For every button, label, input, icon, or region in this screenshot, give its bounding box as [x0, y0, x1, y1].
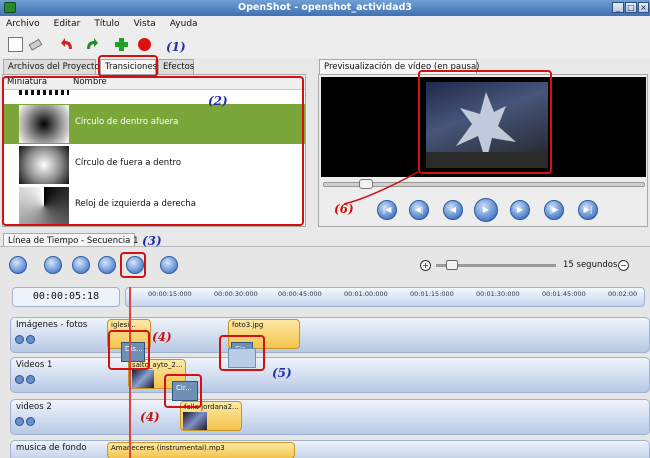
- annotation-label: (3): [142, 234, 162, 248]
- track-videos-1[interactable]: Videos 1: [10, 357, 650, 393]
- menu-archivo[interactable]: Archivo: [6, 19, 40, 29]
- ruler-tick-label: 00:01:00:000: [344, 290, 388, 298]
- pointer-tool-icon[interactable]: [44, 256, 62, 274]
- annotation-arrow: [343, 171, 419, 205]
- razor-tool-icon[interactable]: [72, 256, 90, 274]
- track-name: videos 2: [16, 402, 52, 412]
- ruler-tick-label: 00:00:30:000: [214, 290, 258, 298]
- clip-music[interactable]: Amaneceres (instrumental).mp3: [107, 442, 295, 458]
- annotation-label: (5): [272, 366, 292, 380]
- timeline-area: + 15 segundos − 00:00:05:18 00:00:15:000…: [0, 246, 650, 458]
- undo-icon[interactable]: [60, 37, 75, 52]
- tab-efectos[interactable]: Efectos: [158, 59, 194, 74]
- minimize-button[interactable]: _: [612, 2, 624, 13]
- eraser-icon[interactable]: [28, 37, 43, 52]
- maximize-button[interactable]: □: [625, 2, 637, 13]
- annotation-box: [98, 55, 158, 77]
- add-files-icon[interactable]: [114, 37, 129, 52]
- track-name: Imágenes - fotos: [16, 320, 88, 330]
- play-icon[interactable]: ▶: [474, 198, 498, 222]
- clip-thumbnail: [183, 412, 207, 430]
- close-button[interactable]: ×: [638, 2, 649, 13]
- track-imagenes[interactable]: Imágenes - fotos: [10, 317, 650, 353]
- step-forward-icon[interactable]: |▶: [544, 200, 564, 220]
- resize-tool-icon[interactable]: [98, 256, 116, 274]
- menu-titulo[interactable]: Título: [94, 19, 119, 29]
- zoom-in-icon[interactable]: +: [420, 260, 431, 271]
- record-icon[interactable]: [137, 37, 152, 52]
- annotation-box: [108, 330, 150, 370]
- annotation-box: [2, 76, 304, 226]
- toolbar: [0, 31, 650, 58]
- ruler-tick-label: 00:01:15:000: [410, 290, 454, 298]
- menu-editar[interactable]: Editar: [54, 19, 81, 29]
- tab-archivos-del-proyecto[interactable]: Archivos del Proyecto: [3, 59, 100, 74]
- track-controls[interactable]: [15, 417, 37, 429]
- track-name: musica de fondo: [16, 443, 87, 453]
- jump-end-icon[interactable]: ▶|: [578, 200, 598, 220]
- ruler-tick-label: 00:01:30:000: [476, 290, 520, 298]
- track-controls[interactable]: [15, 335, 37, 347]
- track-name: Videos 1: [16, 360, 53, 370]
- ruler-tick-label: 00:00:45:000: [278, 290, 322, 298]
- rewind-icon[interactable]: ◀: [443, 200, 463, 220]
- annotation-label: (2): [208, 94, 228, 108]
- title-bar: OpenShot - openshot_actividad3 _ □ ×: [0, 0, 650, 16]
- ruler-tick-label: 00:00:15:000: [148, 290, 192, 298]
- window-title: OpenShot - openshot_actividad3: [238, 2, 412, 13]
- fast-forward-icon[interactable]: ▶: [510, 200, 530, 220]
- menu-vista[interactable]: Vista: [134, 19, 156, 29]
- menu-ayuda[interactable]: Ayuda: [170, 19, 198, 29]
- timecode-display: 00:00:05:18: [12, 287, 120, 307]
- track-musica-de-fondo[interactable]: musica de fondo: [10, 440, 650, 458]
- ruler-tick-label: 00:01:45:000: [542, 290, 586, 298]
- zoom-out-icon[interactable]: −: [618, 260, 629, 271]
- ruler-tick-label: 00:02:00: [608, 290, 638, 298]
- annotation-box: [120, 252, 146, 278]
- redo-icon[interactable]: [84, 37, 99, 52]
- annotation-box: [219, 335, 265, 371]
- clip-thumbnail: [132, 370, 154, 388]
- annotation-box: [418, 70, 552, 174]
- annotation-label: (4): [140, 410, 160, 424]
- timeline-ruler[interactable]: 00:00:15:000 00:00:30:000 00:00:45:000 0…: [125, 287, 645, 307]
- zoom-label: 15 segundos: [563, 260, 618, 270]
- playhead[interactable]: [129, 287, 131, 458]
- track-videos-2[interactable]: videos 2: [10, 399, 650, 435]
- zoom-slider-handle[interactable]: [446, 260, 458, 270]
- annotation-box: [164, 374, 202, 408]
- annotation-label: (4): [152, 330, 172, 344]
- new-project-icon[interactable]: [8, 37, 23, 52]
- annotation-label: (1): [166, 40, 186, 54]
- add-marker-icon[interactable]: [160, 256, 178, 274]
- add-track-icon[interactable]: [9, 256, 27, 274]
- track-controls[interactable]: [15, 375, 37, 387]
- menu-bar: Archivo Editar Título Vista Ayuda: [0, 16, 650, 31]
